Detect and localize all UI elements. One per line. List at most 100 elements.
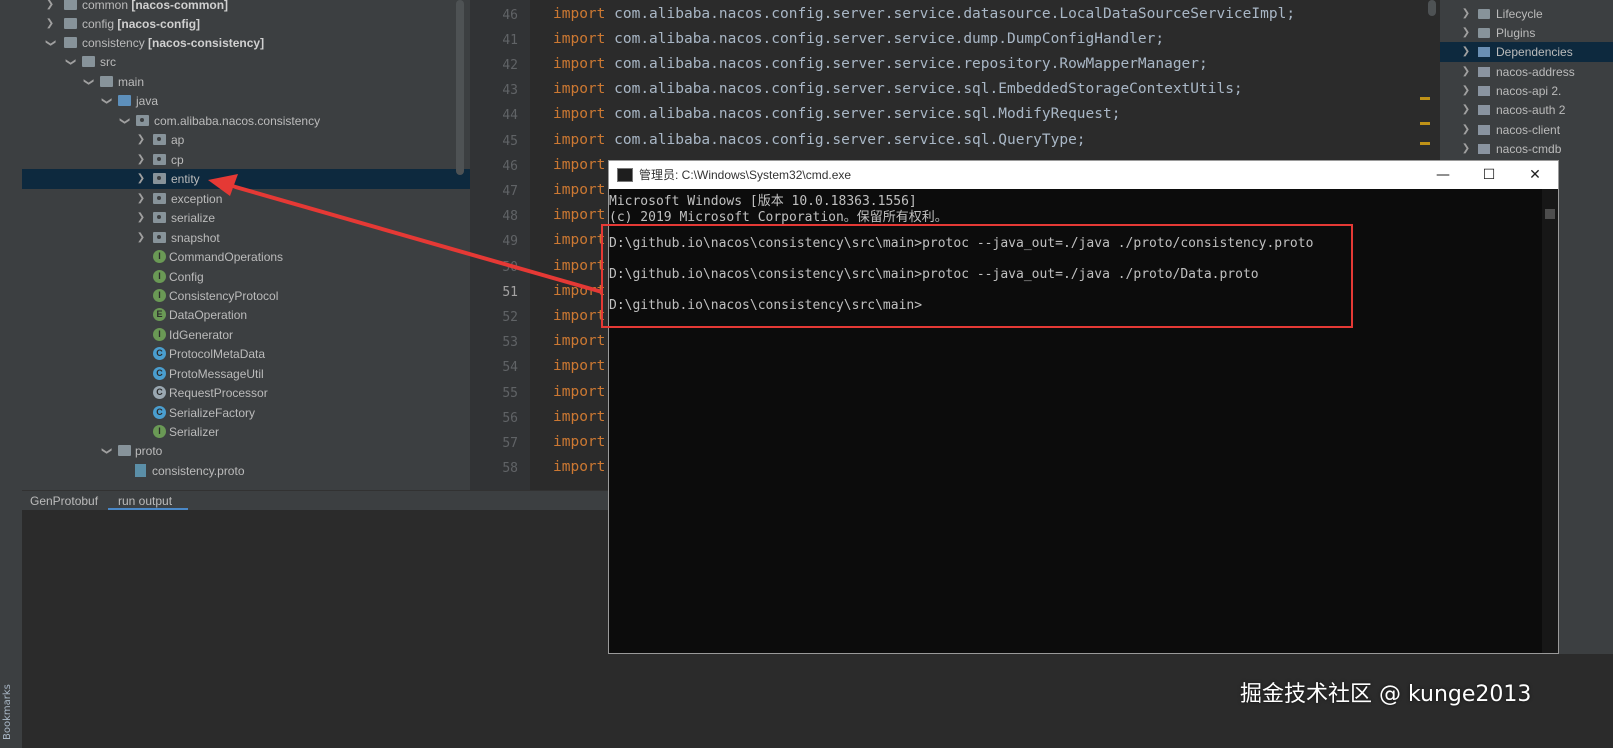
chevron-right-icon[interactable]: ❯ (44, 0, 56, 15)
tree-row-entity[interactable]: ❯ entity (22, 169, 470, 189)
tab-genprotobuf[interactable]: GenProtobuf (30, 491, 98, 511)
maven-row[interactable]: ❯ Lifecycle (1440, 4, 1613, 24)
tree-row-idgenerator[interactable]: I IdGenerator (22, 325, 470, 345)
tree-row-consistency[interactable]: ❯ consistency [nacos-consistency] (22, 33, 470, 53)
chevron-down-icon[interactable]: ❯ (114, 115, 134, 127)
folder-icon (1478, 28, 1490, 38)
code-line: import (553, 182, 606, 198)
chevron-right-icon[interactable]: ❯ (1460, 42, 1472, 62)
library-icon (1478, 105, 1490, 115)
tree-row-config-class[interactable]: I Config (22, 267, 470, 287)
tree-row-common[interactable]: ❯ common [nacos-common] (22, 0, 470, 15)
line-number: 54 (502, 360, 518, 375)
tree-row-ap[interactable]: ❯ ap (22, 130, 470, 150)
tree-row-protocolmetadata[interactable]: C ProtocolMetaData (22, 344, 470, 364)
maven-row[interactable]: ❯ nacos-cmdb (1440, 139, 1613, 159)
tree-row-exception[interactable]: ❯ exception (22, 189, 470, 209)
chevron-down-icon[interactable]: ❯ (60, 56, 80, 68)
chevron-right-icon[interactable]: ❯ (1460, 4, 1472, 24)
tree-label: com.alibaba.nacos.consistency (154, 114, 321, 128)
cmd-titlebar[interactable]: 管理员: C:\Windows\System32\cmd.exe — ☐ ✕ (609, 161, 1558, 189)
cmd-scrollbar[interactable] (1542, 189, 1558, 653)
minimize-button[interactable]: — (1420, 161, 1466, 189)
close-button[interactable]: ✕ (1512, 161, 1558, 189)
chevron-down-icon[interactable]: ❯ (40, 37, 60, 49)
tree-row-dataoperation[interactable]: E DataOperation (22, 305, 470, 325)
line-number: 47 (502, 184, 518, 199)
line-number: 55 (502, 386, 518, 401)
source-folder-icon (118, 95, 131, 106)
chevron-right-icon[interactable]: ❯ (1460, 81, 1472, 101)
tree-row-consistency-proto[interactable]: consistency.proto (22, 461, 470, 481)
chevron-right-icon[interactable]: ❯ (44, 14, 56, 34)
maven-row[interactable]: ❯ nacos-address (1440, 62, 1613, 82)
chevron-down-icon[interactable]: ❯ (96, 445, 116, 457)
line-number: 58 (502, 461, 518, 476)
run-output-area[interactable] (22, 510, 618, 748)
code-line: import (553, 358, 606, 374)
chevron-right-icon[interactable]: ❯ (135, 130, 147, 150)
enum-icon: E (153, 308, 166, 321)
chevron-right-icon[interactable]: ❯ (135, 189, 147, 209)
chevron-right-icon[interactable]: ❯ (1460, 23, 1472, 43)
tree-label: IdGenerator (169, 328, 234, 342)
tree-row-proto[interactable]: ❯ proto (22, 441, 470, 461)
tree-label: ap (171, 133, 185, 147)
line-number: 41 (502, 33, 518, 48)
tree-row-commandoperations[interactable]: I CommandOperations (22, 247, 470, 267)
project-tree: ❯ common [nacos-common] ❯ config [nacos-… (22, 0, 470, 498)
maven-row[interactable]: ❯ nacos-auth 2 (1440, 100, 1613, 120)
editor-scrollbar[interactable] (1428, 0, 1436, 16)
chevron-right-icon[interactable]: ❯ (135, 208, 147, 228)
tree-row-serializefactory[interactable]: C SerializeFactory (22, 403, 470, 423)
tree-row-cp[interactable]: ❯ cp (22, 150, 470, 170)
cmd-scroll-thumb[interactable] (1545, 209, 1555, 219)
console-line: (c) 2019 Microsoft Corporation。保留所有权利。 (609, 210, 948, 225)
maximize-button[interactable]: ☐ (1466, 161, 1512, 189)
chevron-down-icon[interactable]: ❯ (96, 95, 116, 107)
tree-label: CommandOperations (169, 250, 284, 264)
bookmarks-tab[interactable]: Bookmarks (2, 660, 20, 740)
chevron-right-icon[interactable]: ❯ (135, 169, 147, 189)
library-icon (1478, 67, 1490, 77)
chevron-right-icon[interactable]: ❯ (1460, 120, 1472, 140)
module-folder-icon (64, 18, 77, 29)
tree-row-src[interactable]: ❯ src (22, 52, 470, 72)
tree-row-main[interactable]: ❯ main (22, 72, 470, 92)
tree-label: ProtocolMetaData (169, 347, 266, 361)
tree-row-java[interactable]: ❯ java (22, 91, 470, 111)
chevron-right-icon[interactable]: ❯ (1460, 139, 1472, 159)
warning-marker[interactable] (1420, 97, 1430, 100)
tree-row-package[interactable]: ❯ com.alibaba.nacos.consistency (22, 111, 470, 131)
chevron-down-icon[interactable]: ❯ (78, 76, 98, 88)
chevron-right-icon[interactable]: ❯ (135, 150, 147, 170)
abstract-class-icon: C (153, 386, 166, 399)
maven-row[interactable]: ❯ nacos-client (1440, 120, 1613, 140)
class-icon: C (153, 347, 166, 360)
line-number: 46 (502, 8, 518, 23)
tree-label: Config (169, 270, 204, 284)
watermark: 掘金技术社区 @ kunge2013 (1240, 682, 1532, 707)
library-icon (1478, 86, 1490, 96)
tree-row-serializer[interactable]: I Serializer (22, 422, 470, 442)
tree-row-snapshot[interactable]: ❯ snapshot (22, 228, 470, 248)
tree-row-consistencyprotocol[interactable]: I ConsistencyProtocol (22, 286, 470, 306)
maven-row-dependencies[interactable]: ❯ Dependencies (1440, 42, 1613, 62)
tree-label: config [nacos-config] (82, 17, 201, 31)
tree-row-protomessageutil[interactable]: C ProtoMessageUtil (22, 364, 470, 384)
tree-scrollbar[interactable] (456, 0, 464, 175)
tree-row-requestprocessor[interactable]: C RequestProcessor (22, 383, 470, 403)
chevron-right-icon[interactable]: ❯ (1460, 62, 1472, 82)
tree-label: RequestProcessor (169, 386, 268, 400)
tree-row-config[interactable]: ❯ config [nacos-config] (22, 14, 470, 34)
maven-row[interactable]: ❯ Plugins (1440, 23, 1613, 43)
warning-marker[interactable] (1420, 122, 1430, 125)
dependencies-icon (1478, 47, 1490, 57)
tree-row-serialize[interactable]: ❯ serialize (22, 208, 470, 228)
maven-row[interactable]: ❯ nacos-api 2. (1440, 81, 1613, 101)
chevron-right-icon[interactable]: ❯ (1460, 100, 1472, 120)
code-line: import (553, 157, 606, 173)
code-line: import com.alibaba.nacos.config.server.s… (553, 81, 1243, 97)
warning-marker[interactable] (1420, 142, 1430, 145)
chevron-right-icon[interactable]: ❯ (135, 228, 147, 248)
